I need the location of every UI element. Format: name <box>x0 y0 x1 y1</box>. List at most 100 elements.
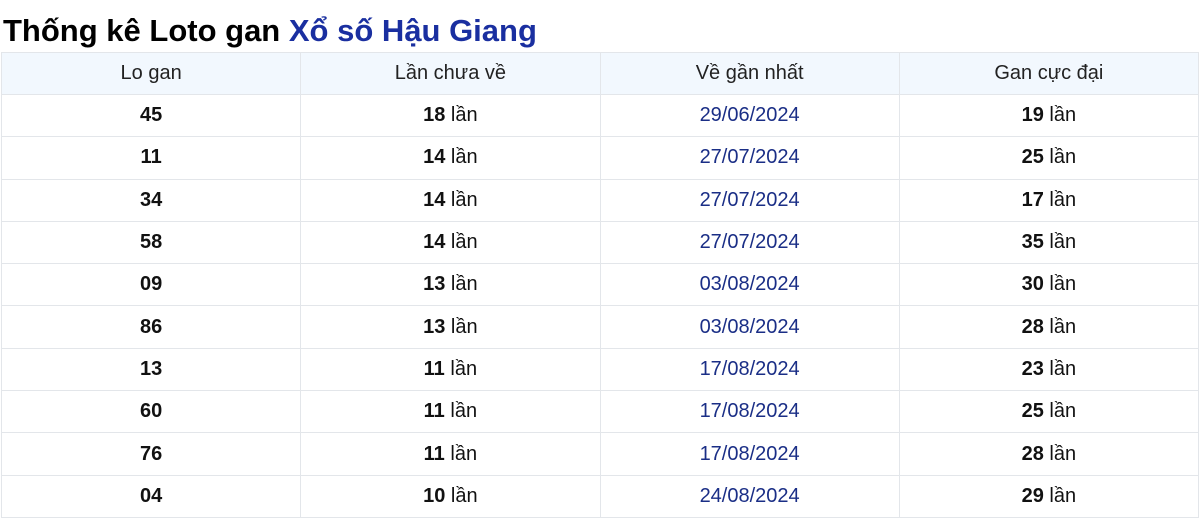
page-title: Thống kê Loto gan Xổ số Hậu Giang <box>3 12 537 50</box>
absent-count-unit: lần <box>450 400 478 423</box>
absent-count-value: 18 <box>423 104 446 127</box>
max-gan-cell: 25 lần <box>898 390 1200 434</box>
lo-number-cell: 86 <box>0 305 302 349</box>
absent-count-unit: lần <box>450 357 478 380</box>
lo-number-cell: 13 <box>0 347 302 392</box>
absent-count-value: 11 <box>423 442 445 465</box>
absent-count-value: 11 <box>423 357 445 380</box>
absent-count-cell: 13 lần <box>300 305 601 349</box>
last-date-cell: 27/07/2024 <box>599 178 900 222</box>
absent-count-cell: 14 lần <box>300 136 601 180</box>
column-header-absent: Lần chưa về <box>300 52 601 95</box>
absent-count-value: 14 <box>423 146 446 169</box>
max-gan-cell: 19 lần <box>898 93 1200 138</box>
title-place: Xổ số Hậu Giang <box>288 13 537 48</box>
max-gan-unit: lần <box>1049 442 1077 465</box>
table-header-row: Lo gan Lần chưa về Về gần nhất Gan cực đ… <box>0 52 1200 95</box>
lo-number-cell: 04 <box>0 474 302 518</box>
absent-count-value: 10 <box>423 484 446 507</box>
lo-number-cell: 11 <box>0 136 302 180</box>
table-row: 04 10 lần 24/08/2024 29 lần <box>0 474 1200 518</box>
lo-number-cell: 45 <box>0 93 302 138</box>
absent-count-cell: 11 lần <box>300 432 601 476</box>
absent-count-value: 14 <box>423 188 446 211</box>
last-date-cell: 24/08/2024 <box>599 474 900 518</box>
max-gan-cell: 28 lần <box>898 305 1200 349</box>
lo-number-cell: 09 <box>0 263 302 307</box>
absent-count-unit: lần <box>450 273 478 296</box>
lo-number-cell: 34 <box>0 178 302 222</box>
lo-number-cell: 60 <box>0 390 302 434</box>
loto-gan-table: Lo gan Lần chưa về Về gần nhất Gan cực đ… <box>0 52 1200 518</box>
lo-number-cell: 76 <box>0 432 302 476</box>
absent-count-unit: lần <box>450 188 478 211</box>
title-prefix: Thống kê Loto gan <box>3 13 281 48</box>
max-gan-value: 35 <box>1021 231 1044 254</box>
column-header-last-date: Về gần nhất <box>599 52 900 95</box>
max-gan-cell: 30 lần <box>898 263 1200 307</box>
absent-count-cell: 14 lần <box>300 220 601 265</box>
max-gan-value: 19 <box>1021 104 1044 127</box>
absent-count-value: 13 <box>423 273 446 296</box>
absent-count-value: 13 <box>423 315 446 338</box>
last-date-cell: 29/06/2024 <box>599 93 900 138</box>
last-date-cell: 03/08/2024 <box>599 305 900 349</box>
max-gan-cell: 35 lần <box>898 220 1200 265</box>
table-row: 13 11 lần 17/08/2024 23 lần <box>0 347 1200 392</box>
last-date-cell: 03/08/2024 <box>599 263 900 307</box>
absent-count-value: 11 <box>423 400 445 423</box>
absent-count-cell: 10 lần <box>300 474 601 518</box>
max-gan-unit: lần <box>1049 146 1077 169</box>
max-gan-unit: lần <box>1049 231 1077 254</box>
max-gan-value: 23 <box>1021 357 1044 380</box>
absent-count-value: 14 <box>423 231 446 254</box>
column-header-lo-gan: Lo gan <box>0 52 302 95</box>
absent-count-unit: lần <box>450 146 478 169</box>
max-gan-value: 28 <box>1021 442 1044 465</box>
max-gan-value: 30 <box>1021 273 1044 296</box>
table-row: 09 13 lần 03/08/2024 30 lần <box>0 263 1200 307</box>
absent-count-cell: 13 lần <box>300 263 601 307</box>
table-row: 34 14 lần 27/07/2024 17 lần <box>0 178 1200 222</box>
max-gan-cell: 29 lần <box>898 474 1200 518</box>
max-gan-unit: lần <box>1049 315 1077 338</box>
table-row: 60 11 lần 17/08/2024 25 lần <box>0 390 1200 434</box>
max-gan-cell: 17 lần <box>898 178 1200 222</box>
absent-count-unit: lần <box>450 104 478 127</box>
max-gan-value: 25 <box>1021 400 1044 423</box>
last-date-cell: 27/07/2024 <box>599 136 900 180</box>
absent-count-unit: lần <box>450 442 478 465</box>
absent-count-unit: lần <box>450 231 478 254</box>
max-gan-cell: 25 lần <box>898 136 1200 180</box>
absent-count-cell: 14 lần <box>300 178 601 222</box>
absent-count-cell: 11 lần <box>300 390 601 434</box>
column-header-max-gan: Gan cực đại <box>898 52 1200 95</box>
max-gan-unit: lần <box>1049 484 1077 507</box>
max-gan-unit: lần <box>1049 400 1077 423</box>
last-date-cell: 27/07/2024 <box>599 220 900 265</box>
absent-count-cell: 18 lần <box>300 93 601 138</box>
max-gan-value: 25 <box>1021 146 1044 169</box>
max-gan-unit: lần <box>1049 104 1077 127</box>
table-row: 76 11 lần 17/08/2024 28 lần <box>0 432 1200 476</box>
table-row: 11 14 lần 27/07/2024 25 lần <box>0 136 1200 180</box>
absent-count-unit: lần <box>450 484 478 507</box>
table-body: 45 18 lần 29/06/2024 19 lần 11 14 lần 27/07/20… <box>0 93 1200 518</box>
table-row: 45 18 lần 29/06/2024 19 lần <box>0 93 1200 138</box>
absent-count-unit: lần <box>450 315 478 338</box>
max-gan-unit: lần <box>1049 273 1077 296</box>
table-header: Lo gan Lần chưa về Về gần nhất Gan cực đ… <box>0 52 1200 95</box>
last-date-cell: 17/08/2024 <box>599 347 900 392</box>
max-gan-value: 17 <box>1021 188 1044 211</box>
max-gan-cell: 28 lần <box>898 432 1200 476</box>
max-gan-unit: lần <box>1049 188 1077 211</box>
max-gan-value: 29 <box>1021 484 1044 507</box>
table-row: 58 14 lần 27/07/2024 35 lần <box>0 220 1200 265</box>
table-row: 86 13 lần 03/08/2024 28 lần <box>0 305 1200 349</box>
max-gan-value: 28 <box>1021 315 1044 338</box>
max-gan-cell: 23 lần <box>898 347 1200 392</box>
absent-count-cell: 11 lần <box>300 347 601 392</box>
lo-number-cell: 58 <box>0 220 302 265</box>
last-date-cell: 17/08/2024 <box>599 390 900 434</box>
max-gan-unit: lần <box>1049 357 1077 380</box>
